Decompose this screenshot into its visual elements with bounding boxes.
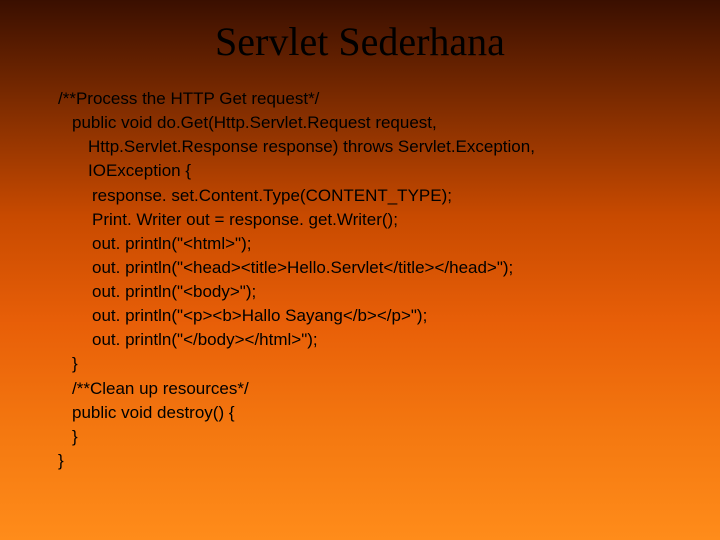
- code-line: IOException {: [58, 159, 680, 183]
- code-line: out. println("<html>");: [58, 232, 680, 256]
- slide: Servlet Sederhana /**Process the HTTP Ge…: [0, 0, 720, 540]
- code-line: public void do.Get(Http.Servlet.Request …: [58, 111, 680, 135]
- code-block: /**Process the HTTP Get request*/public …: [40, 87, 680, 473]
- code-line: /**Clean up resources*/: [58, 377, 680, 401]
- code-line: out. println("<p><b>Hallo Sayang</b></p>…: [58, 304, 680, 328]
- code-line: out. println("<body>");: [58, 280, 680, 304]
- slide-title: Servlet Sederhana: [40, 18, 680, 65]
- code-line: out. println("</body></html>");: [58, 328, 680, 352]
- code-line: }: [58, 352, 680, 376]
- code-line: response. set.Content.Type(CONTENT_TYPE)…: [58, 184, 680, 208]
- code-line: }: [58, 425, 680, 449]
- code-line: }: [58, 449, 680, 473]
- code-line: /**Process the HTTP Get request*/: [58, 87, 680, 111]
- code-line: Print. Writer out = response. get.Writer…: [58, 208, 680, 232]
- code-line: out. println("<head><title>Hello.Servlet…: [58, 256, 680, 280]
- code-line: Http.Servlet.Response response) throws S…: [58, 135, 680, 159]
- code-line: public void destroy() {: [58, 401, 680, 425]
